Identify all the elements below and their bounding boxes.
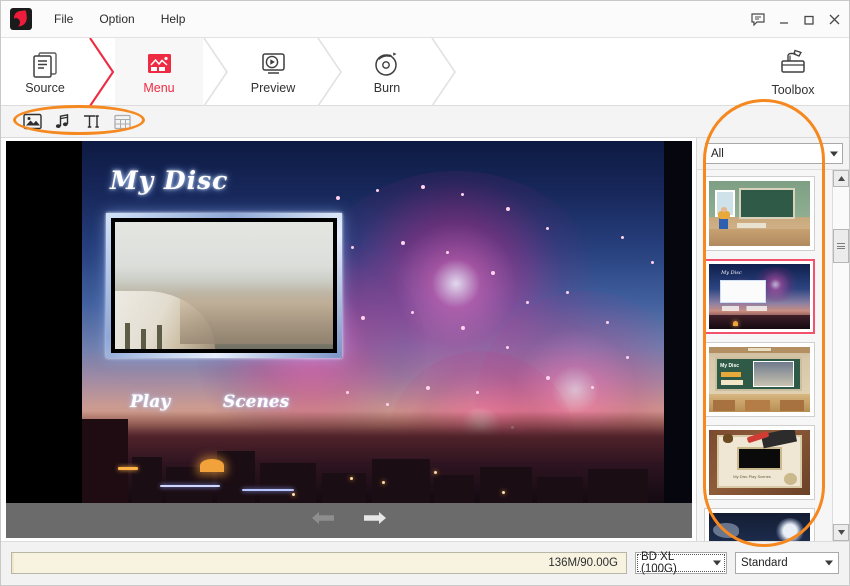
ribbon-separator-active <box>89 38 115 105</box>
preview-monitor-icon <box>258 48 288 78</box>
app-logo-icon <box>10 8 32 30</box>
menu-play-button[interactable]: Play <box>130 392 170 412</box>
template-thumb-art <box>709 181 810 246</box>
menu-help[interactable]: Help <box>149 8 198 30</box>
music-note-icon[interactable] <box>47 110 77 134</box>
ribbon-separator-2 <box>317 38 343 105</box>
disc-type-dropdown[interactable]: BD XL (100G) <box>635 552 727 574</box>
template-filter-header: All <box>697 138 849 169</box>
toolbox-button[interactable]: Toolbox <box>749 38 837 106</box>
title-bar: File Option Help <box>1 1 849 38</box>
city-skyline <box>82 411 664 503</box>
arrow-right-icon[interactable] <box>362 510 388 531</box>
toolbox-icon <box>777 47 809 80</box>
scroll-up-arrow[interactable] <box>833 170 849 187</box>
template-classroom-blackboard[interactable] <box>704 176 815 251</box>
thumbnail-photo <box>115 222 333 349</box>
close-button[interactable] <box>828 13 841 26</box>
step-preview[interactable]: Preview <box>229 38 317 105</box>
capacity-fill <box>12 553 14 573</box>
step-source-label: Source <box>25 81 65 95</box>
template-thumb-art: My Disc <box>709 264 810 329</box>
chevron-down-icon <box>713 561 721 566</box>
template-thumb-art: My Disc <box>709 347 810 412</box>
grid-table-icon <box>107 110 137 134</box>
disc-type-value: BD XL (100G) <box>641 551 706 575</box>
documents-icon <box>30 48 60 78</box>
arrow-left-icon[interactable] <box>310 510 336 531</box>
menu-file[interactable]: File <box>42 8 85 30</box>
template-graduation[interactable]: My Disc Play Scenes <box>704 425 815 500</box>
status-bar: 136M/90.00G BD XL (100G) Standard <box>1 541 849 584</box>
template-thumb-art: My Disc <box>709 513 810 541</box>
menu-option[interactable]: Option <box>87 8 146 30</box>
template-thumb-art: My Disc Play Scenes <box>709 430 810 495</box>
template-filter-dropdown[interactable]: All <box>705 143 843 164</box>
window-controls <box>751 1 841 38</box>
capacity-text: 136M/90.00G <box>548 557 618 569</box>
menu-scenes-button[interactable]: Scenes <box>223 392 289 412</box>
template-list[interactable]: My Disc My Disc <box>697 170 832 541</box>
template-filter-value: All <box>711 148 724 160</box>
thumbnail-frame[interactable] <box>106 213 342 358</box>
disc-title-text[interactable]: My Disc <box>110 166 228 195</box>
menu-bar: File Option Help <box>42 8 197 30</box>
quality-dropdown[interactable]: Standard <box>735 552 839 574</box>
burn-disc-icon <box>372 48 402 78</box>
canvas-left-letterbox <box>6 141 82 503</box>
step-menu-label: Menu <box>143 81 174 95</box>
template-list-body: My Disc My Disc <box>697 169 849 541</box>
feedback-icon[interactable] <box>751 13 765 26</box>
template-fireworks[interactable]: My Disc <box>704 259 815 334</box>
quality-value: Standard <box>741 557 788 569</box>
menu-template-icon <box>144 48 174 78</box>
step-burn-label: Burn <box>374 81 400 95</box>
template-halloween-night[interactable]: My Disc <box>704 508 815 541</box>
text-TI-icon[interactable] <box>77 110 107 134</box>
scroll-down-arrow[interactable] <box>833 524 849 541</box>
canvas-right-letterbox <box>664 141 692 503</box>
menu-preview-stage: My Disc Play Scenes <box>1 138 696 541</box>
picture-icon[interactable] <box>17 110 47 134</box>
step-burn[interactable]: Burn <box>343 38 431 105</box>
step-preview-label: Preview <box>251 81 295 95</box>
menu-canvas[interactable]: My Disc Play Scenes <box>6 141 692 503</box>
chevron-down-icon <box>830 151 838 156</box>
page-navigation-bar <box>6 503 692 538</box>
step-menu[interactable]: Menu <box>115 38 203 105</box>
step-source[interactable]: Source <box>1 38 89 105</box>
toolbox-label: Toolbox <box>771 83 814 97</box>
edit-tool-group <box>17 110 137 134</box>
template-classroom-photo[interactable]: My Disc <box>704 342 815 417</box>
scrollbar-thumb[interactable] <box>833 229 849 263</box>
chevron-down-icon <box>825 561 833 566</box>
minimize-button[interactable] <box>778 14 790 26</box>
scrollbar-track[interactable] <box>833 187 849 524</box>
application-window: File Option Help <box>0 0 850 586</box>
main-area: My Disc Play Scenes <box>1 138 849 541</box>
ribbon-separator-1 <box>203 38 229 105</box>
maximize-button[interactable] <box>803 14 815 26</box>
template-scrollbar[interactable] <box>832 170 849 541</box>
edit-toolbar <box>1 106 849 138</box>
ribbon-separator-3 <box>431 38 457 105</box>
step-ribbon: Source Menu <box>1 38 849 106</box>
template-panel: All <box>696 138 849 541</box>
disc-capacity-bar[interactable]: 136M/90.00G <box>11 552 627 574</box>
